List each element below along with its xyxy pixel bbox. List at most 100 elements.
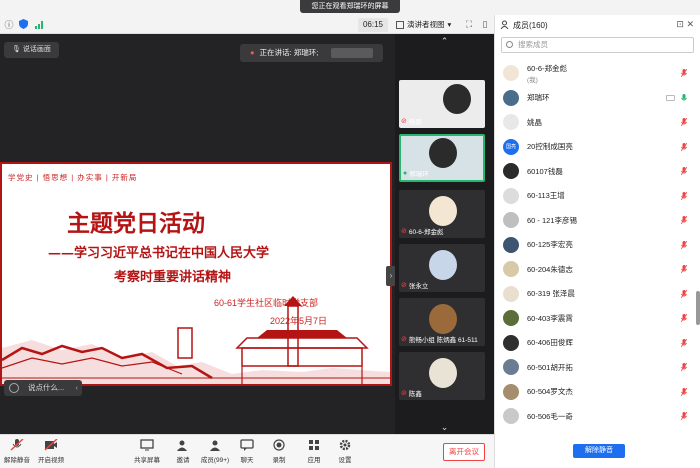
member-row[interactable]: 姚晶: [495, 110, 700, 135]
chat-label: 聊天: [240, 457, 254, 464]
avatar: 国亮: [503, 138, 519, 155]
muted-mic-icon: [681, 387, 687, 396]
tile-name: 陈鑫: [408, 391, 422, 398]
record-label: 录制: [272, 457, 286, 464]
member-row[interactable]: 60-6-郑金彪 (我): [495, 61, 700, 86]
muted-mic-icon: [681, 142, 687, 151]
muted-mic-icon: [681, 216, 687, 225]
member-name: 20控制成国亮: [527, 142, 573, 152]
video-tile-active-speaker[interactable]: ● 郑瑞环: [399, 134, 485, 182]
muted-mic-icon: [681, 412, 687, 421]
scrollbar[interactable]: [696, 291, 700, 325]
member-text: 60-501胡开拓: [527, 362, 573, 373]
member-name: 60-204朱德志: [527, 264, 573, 274]
muted-mic-icon: ⊘: [401, 336, 407, 343]
muted-mic-icon: [681, 191, 687, 200]
view-layout-button[interactable]: 演讲者视图 ▾: [396, 18, 451, 32]
member-text: 60-319 张泽晨: [527, 288, 575, 299]
avatar: [503, 334, 519, 351]
member-search-input[interactable]: 搜索成员: [501, 37, 694, 53]
avatar: [429, 304, 457, 334]
muted-mic-icon: [681, 338, 687, 347]
avatar: [503, 236, 519, 253]
member-row[interactable]: 60-406田俊辉: [495, 331, 700, 356]
member-row[interactable]: 60-504罗文杰: [495, 380, 700, 405]
apps-button[interactable]: 应用: [297, 439, 331, 464]
invite-button[interactable]: 邀请: [166, 439, 200, 464]
member-row[interactable]: 60-113王增: [495, 184, 700, 209]
fullscreen-icon[interactable]: ⛶: [464, 19, 474, 29]
member-row[interactable]: 国亮 20控制成国亮: [495, 135, 700, 160]
shield-icon[interactable]: [18, 19, 28, 29]
apps-label: 应用: [307, 457, 321, 464]
member-text: 姚晶: [527, 117, 542, 128]
member-text: 60-406田俊辉: [527, 337, 573, 348]
leave-meeting-button[interactable]: 离开会议: [443, 443, 485, 461]
strip-up-arrow[interactable]: ⌃: [395, 34, 494, 48]
member-row[interactable]: 郑瑞环: [495, 86, 700, 111]
members-title: 成员(160): [513, 20, 548, 30]
member-text: 60 - 121李彦锡: [527, 215, 577, 226]
member-subtitle: (我): [527, 76, 538, 84]
settings-button[interactable]: 设置: [328, 439, 362, 464]
speaker-view-button[interactable]: 🎙︎ 说话画面: [4, 42, 59, 58]
muted-mic-icon: [681, 240, 687, 249]
avatar: [429, 250, 457, 280]
video-label: 开启视频: [38, 457, 64, 464]
member-text: 60-204朱德志: [527, 264, 573, 275]
slide-subtitle-2: 考察时重要讲话精神: [114, 270, 232, 285]
invite-label: 邀请: [176, 457, 190, 464]
avatar: [503, 163, 519, 180]
speaking-label: 正在讲话: 郑瑞环;: [259, 48, 319, 57]
muted-mic-icon: [681, 69, 687, 78]
muted-mic-icon: [681, 363, 687, 372]
video-tile[interactable]: ⊘ 陈鑫: [399, 352, 485, 400]
member-row[interactable]: 60107钱磊: [495, 159, 700, 184]
member-text: 60-403李震霄: [527, 313, 573, 324]
panel-controls-icon[interactable]: ⊡ ✕: [676, 19, 694, 30]
muted-mic-icon: [681, 289, 687, 298]
info-icon[interactable]: ⓘ: [4, 19, 14, 30]
member-row[interactable]: 60-403李震霄: [495, 306, 700, 331]
bottom-toolbar: 解除静音 开启视频 共享屏幕 邀请 成员(99+) 聊天 录制 应用 设置 离开…: [0, 434, 494, 468]
avatar: [503, 310, 519, 327]
speaker-view-label: 说话画面: [22, 46, 51, 53]
muted-mic-icon: ⊘: [401, 228, 407, 235]
tile-caption: ⊘ 张永立: [401, 280, 428, 290]
record-button[interactable]: 录制: [262, 439, 296, 464]
view-layout-label: 演讲者视图: [407, 20, 445, 29]
muted-mic-icon: [681, 118, 687, 127]
muted-mic-icon: [681, 167, 687, 176]
member-row[interactable]: 60-319 张泽晨: [495, 282, 700, 307]
video-tile[interactable]: ⊘ 60-6-郑金彪: [399, 190, 485, 238]
unmute-all-button[interactable]: 解除静音: [573, 444, 625, 458]
chat-input[interactable]: 说点什么... ‹: [4, 380, 82, 396]
member-text: 郑瑞环: [527, 92, 550, 103]
search-icon: [506, 41, 513, 48]
tile-name: 60-6-郑金彪: [408, 229, 444, 236]
share-screen-button[interactable]: 共享屏幕: [130, 439, 164, 464]
member-row[interactable]: 60-501胡开拓: [495, 355, 700, 380]
signal-icon[interactable]: [34, 19, 44, 29]
member-name: 60107钱磊: [527, 166, 563, 176]
member-row[interactable]: 60-125李宏亮: [495, 233, 700, 258]
member-row[interactable]: 60-204朱德志: [495, 257, 700, 282]
video-tile[interactable]: ⊘ 张永立: [399, 244, 485, 292]
video-tile[interactable]: ⊘ 熊畅小组 陈炳鑫 61-511: [399, 298, 485, 346]
member-text: 60-506毛一奇: [527, 411, 573, 422]
sidebar-toggle-icon[interactable]: ▯: [480, 19, 490, 29]
speaking-mic-icon: ●: [250, 48, 255, 57]
member-text: 60-504罗文杰: [527, 386, 573, 397]
video-tile[interactable]: ⊘ 杨路: [399, 80, 485, 128]
members-icon: [500, 20, 509, 30]
chat-button[interactable]: 聊天: [230, 439, 264, 464]
members-button[interactable]: 成员(99+): [198, 439, 232, 464]
chevron-left-icon[interactable]: ‹: [76, 380, 79, 396]
video-button[interactable]: 开启视频: [34, 439, 68, 464]
tile-caption: ⊘ 杨路: [401, 116, 422, 126]
member-row[interactable]: 60-506毛一奇: [495, 404, 700, 429]
member-row[interactable]: 60 - 121李彦锡: [495, 208, 700, 233]
strip-down-arrow[interactable]: ⌄: [395, 420, 494, 434]
mute-button[interactable]: 解除静音: [0, 439, 34, 464]
search-placeholder: 搜索成员: [518, 40, 548, 49]
